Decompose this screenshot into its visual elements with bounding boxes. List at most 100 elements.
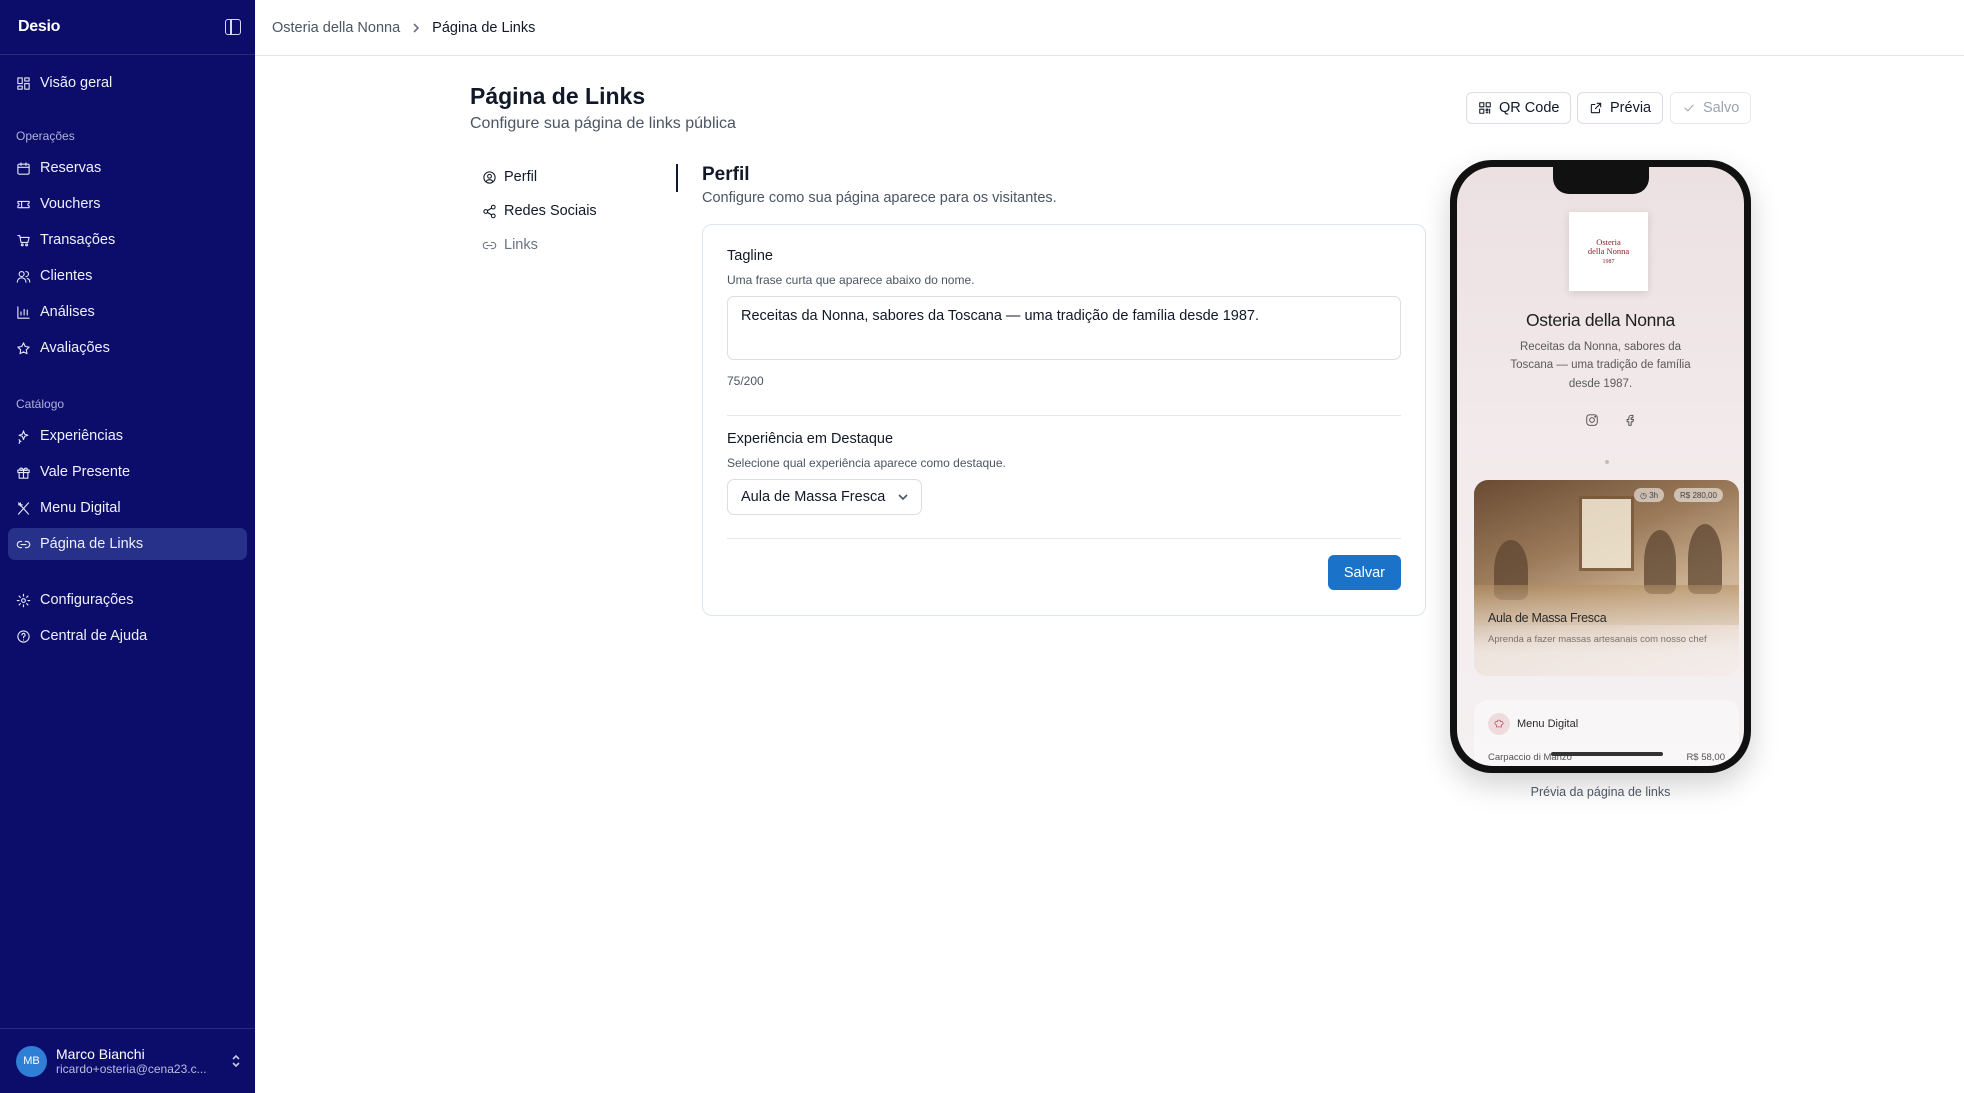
sidebar-item-label: Análises bbox=[40, 304, 95, 320]
photo-figure bbox=[1688, 524, 1722, 594]
bar-chart-icon bbox=[17, 305, 30, 319]
user-circle-icon bbox=[483, 170, 496, 184]
sidebar-item-label: Central de Ajuda bbox=[40, 628, 148, 644]
sidebar-section-operations: Operações bbox=[16, 129, 75, 143]
gift-icon bbox=[17, 466, 30, 479]
photo-window bbox=[1579, 496, 1634, 571]
featured-select[interactable]: Aula de Massa Fresca bbox=[727, 479, 923, 515]
qr-code-button-label: QR Code bbox=[1499, 100, 1560, 116]
sidebar-item-menu-digital[interactable]: Menu Digital bbox=[8, 492, 247, 524]
help-circle-icon bbox=[17, 629, 30, 643]
chevron-right-icon bbox=[413, 22, 420, 33]
user-name: Marco Bianchi bbox=[56, 1046, 145, 1062]
price-badge: R$ 280,00 bbox=[1674, 488, 1723, 502]
divider-dot bbox=[1605, 460, 1609, 464]
ticket-icon bbox=[17, 200, 30, 208]
section-title: Perfil bbox=[702, 164, 750, 185]
section-subtitle: Configure como sua página aparece para o… bbox=[702, 190, 1057, 206]
sidebar-item-clientes[interactable]: Clientes bbox=[8, 260, 247, 292]
sidebar: Desio Visão geral Operações Reservas Vou… bbox=[0, 0, 255, 1093]
subnav-redes-sociais[interactable]: Redes Sociais bbox=[482, 203, 597, 219]
logo-text: 1987 bbox=[1602, 258, 1615, 265]
check-icon bbox=[1684, 104, 1694, 112]
user-menu[interactable]: MB Marco Bianchi ricardo+osteria@cena23.… bbox=[0, 1028, 255, 1093]
sidebar-section-catalog: Catálogo bbox=[16, 397, 65, 411]
sidebar-item-vale-presente[interactable]: Vale Presente bbox=[8, 456, 247, 488]
qr-code-button[interactable]: QR Code bbox=[1466, 92, 1572, 124]
users-icon bbox=[16, 270, 31, 283]
app-logo[interactable]: Desio bbox=[18, 18, 60, 36]
sidebar-item-pagina-de-links[interactable]: Página de Links bbox=[8, 528, 247, 560]
menu-digital-card[interactable]: Menu Digital Carpaccio di Manzo R$ 58,00 bbox=[1474, 700, 1739, 766]
featured-experience-card[interactable]: ◷ 3h R$ 280,00 Aula de Massa Fresca Apre… bbox=[1474, 480, 1739, 676]
utensils-icon bbox=[17, 501, 30, 515]
sidebar-header: Desio bbox=[0, 0, 255, 55]
user-meta: Marco Bianchi ricardo+osteria@cena23.c..… bbox=[56, 1046, 231, 1076]
subnav-perfil[interactable]: Perfil bbox=[482, 169, 537, 185]
duration-badge: ◷ 3h bbox=[1634, 488, 1665, 502]
subnav-links[interactable]: Links bbox=[482, 237, 538, 253]
sidebar-item-experiencias[interactable]: Experiências bbox=[8, 420, 247, 452]
sidebar-item-analises[interactable]: Análises bbox=[8, 296, 247, 328]
preview-caption: Prévia da página de links bbox=[1530, 785, 1671, 799]
sidebar-item-overview[interactable]: Visão geral bbox=[8, 67, 247, 99]
home-indicator bbox=[1551, 752, 1663, 756]
subnav-label: Redes Sociais bbox=[504, 203, 597, 219]
sidebar-item-label: Experiências bbox=[40, 428, 124, 444]
sidebar-toggle-icon[interactable] bbox=[225, 19, 241, 35]
star-icon bbox=[17, 341, 30, 354]
chevron-down-icon bbox=[898, 494, 908, 501]
phone-screen: Osteria della Nonna 1987 Osteria della N… bbox=[1457, 167, 1744, 766]
chevron-up-down-icon bbox=[232, 1054, 240, 1068]
facebook-icon[interactable] bbox=[1623, 413, 1637, 427]
preview-button[interactable]: Prévia bbox=[1577, 92, 1664, 124]
calendar-icon bbox=[17, 161, 30, 175]
duration-text: 3h bbox=[1649, 490, 1659, 500]
user-email: ricardo+osteria@cena23.c... bbox=[56, 1062, 207, 1076]
page-title: Página de Links bbox=[470, 83, 646, 109]
link-icon bbox=[16, 540, 31, 548]
sidebar-item-avaliacoes[interactable]: Avaliações bbox=[8, 332, 247, 364]
photo-fade bbox=[1474, 586, 1739, 676]
chef-hat-icon bbox=[1488, 713, 1510, 735]
topbar: Osteria della Nonna Página de Links bbox=[255, 0, 1964, 56]
phone-notch bbox=[1552, 167, 1649, 194]
menu-item-price: R$ 58,00 bbox=[1686, 752, 1725, 763]
sparkles-icon bbox=[18, 429, 29, 444]
instagram-icon[interactable] bbox=[1585, 413, 1599, 427]
menu-title: Menu Digital bbox=[1517, 718, 1579, 730]
save-button[interactable]: Salvar bbox=[1327, 555, 1401, 590]
page-subtitle: Configure sua página de links pública bbox=[470, 115, 736, 132]
sidebar-item-configuracoes[interactable]: Configurações bbox=[8, 584, 247, 616]
featured-title: Aula de Massa Fresca bbox=[1488, 611, 1607, 625]
tagline-help: Uma frase curta que aparece abaixo do no… bbox=[727, 273, 975, 287]
phone-preview: Osteria della Nonna 1987 Osteria della N… bbox=[1450, 160, 1751, 773]
breadcrumb-parent[interactable]: Osteria della Nonna bbox=[272, 20, 400, 36]
dashboard-icon bbox=[17, 76, 30, 90]
logo-text: della Nonna bbox=[1587, 246, 1630, 257]
sidebar-item-label: Página de Links bbox=[40, 536, 144, 552]
preview-button-label: Prévia bbox=[1610, 100, 1652, 116]
sidebar-item-reservas[interactable]: Reservas bbox=[8, 152, 247, 184]
subnav-divider bbox=[676, 164, 678, 192]
featured-help: Selecione qual experiência aparece como … bbox=[727, 456, 1006, 470]
tagline-counter: 75/200 bbox=[727, 374, 764, 388]
subnav-label: Perfil bbox=[504, 169, 538, 185]
sidebar-item-transacoes[interactable]: Transações bbox=[8, 224, 247, 256]
sidebar-item-vouchers[interactable]: Vouchers bbox=[8, 188, 247, 220]
sidebar-item-label: Reservas bbox=[40, 160, 102, 176]
saved-button-label: Salvo bbox=[1703, 100, 1740, 116]
tagline-textarea[interactable]: Receitas da Nonna, sabores da Toscana — … bbox=[727, 296, 1401, 360]
qr-code-icon bbox=[1479, 102, 1491, 114]
share-icon bbox=[483, 204, 496, 218]
saved-button[interactable]: Salvo bbox=[1670, 92, 1752, 124]
profile-card: Tagline Uma frase curta que aparece abai… bbox=[702, 224, 1426, 616]
featured-description: Aprenda a fazer massas artesanais com no… bbox=[1488, 634, 1707, 645]
avatar: MB bbox=[16, 1045, 47, 1077]
preview-name: Osteria della Nonna bbox=[1526, 310, 1675, 330]
sidebar-item-central-de-ajuda[interactable]: Central de Ajuda bbox=[8, 620, 247, 652]
sidebar-item-label: Avaliações bbox=[40, 340, 110, 356]
divider bbox=[727, 415, 1401, 416]
sidebar-item-label: Visão geral bbox=[40, 75, 113, 91]
featured-select-value: Aula de Massa Fresca bbox=[741, 489, 886, 505]
